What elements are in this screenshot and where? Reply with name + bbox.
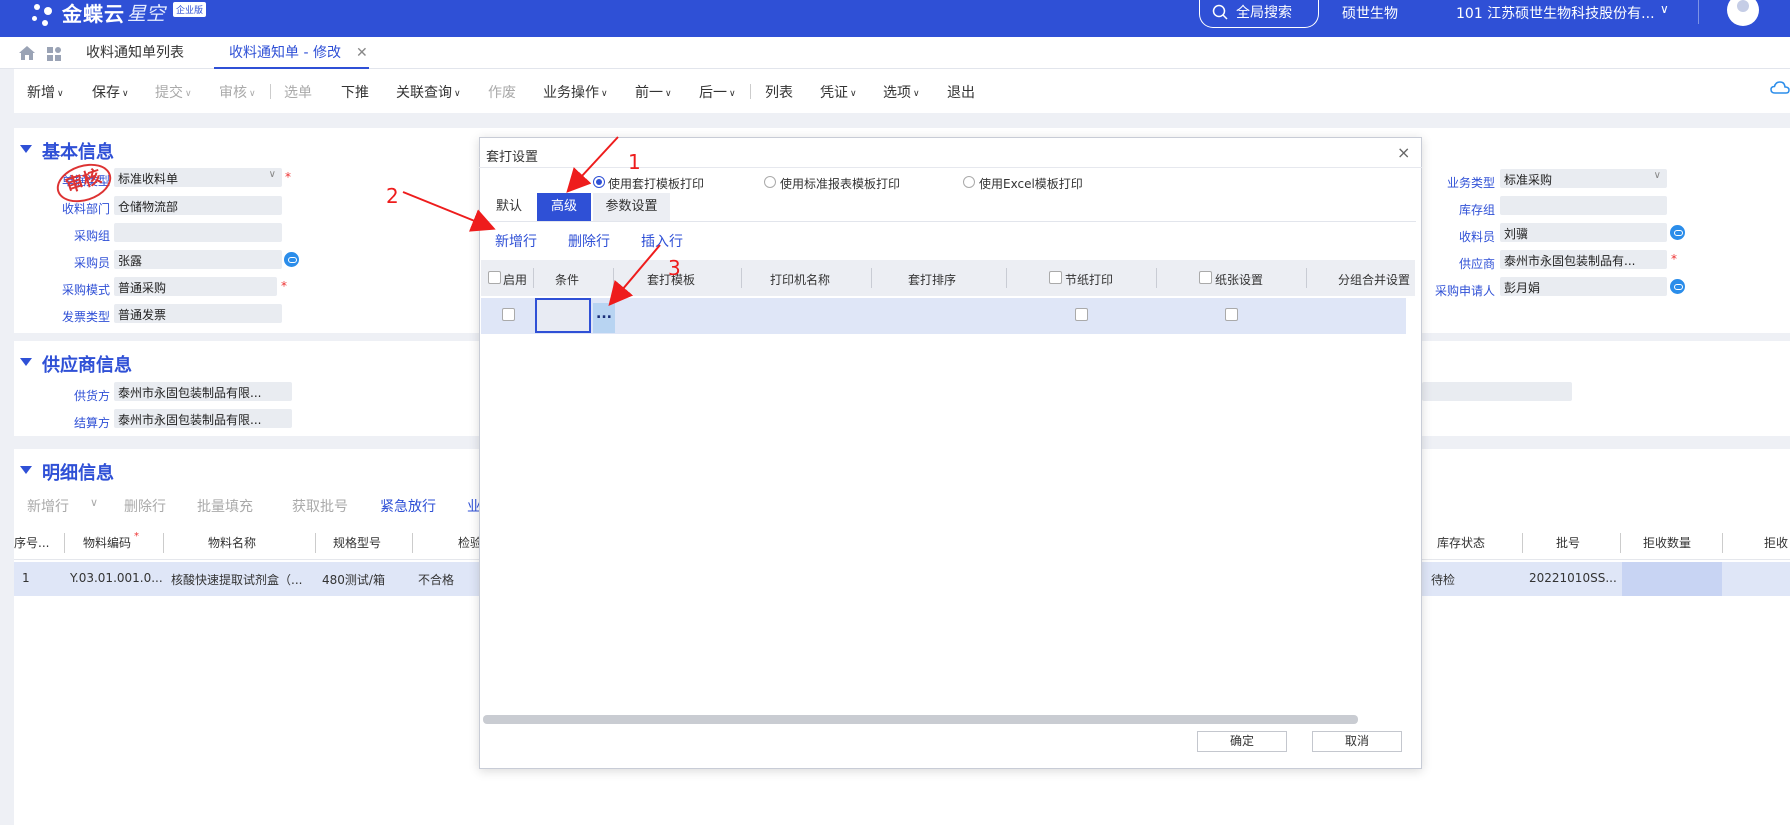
annotation-label: 2 bbox=[386, 184, 399, 208]
arrow-2 bbox=[402, 191, 496, 232]
annotation-arrows bbox=[402, 136, 661, 307]
annotation-label: 1 bbox=[628, 150, 641, 174]
arrow-1 bbox=[566, 136, 619, 193]
annotation-label: 3 bbox=[668, 256, 681, 280]
arrow-3 bbox=[608, 244, 661, 307]
